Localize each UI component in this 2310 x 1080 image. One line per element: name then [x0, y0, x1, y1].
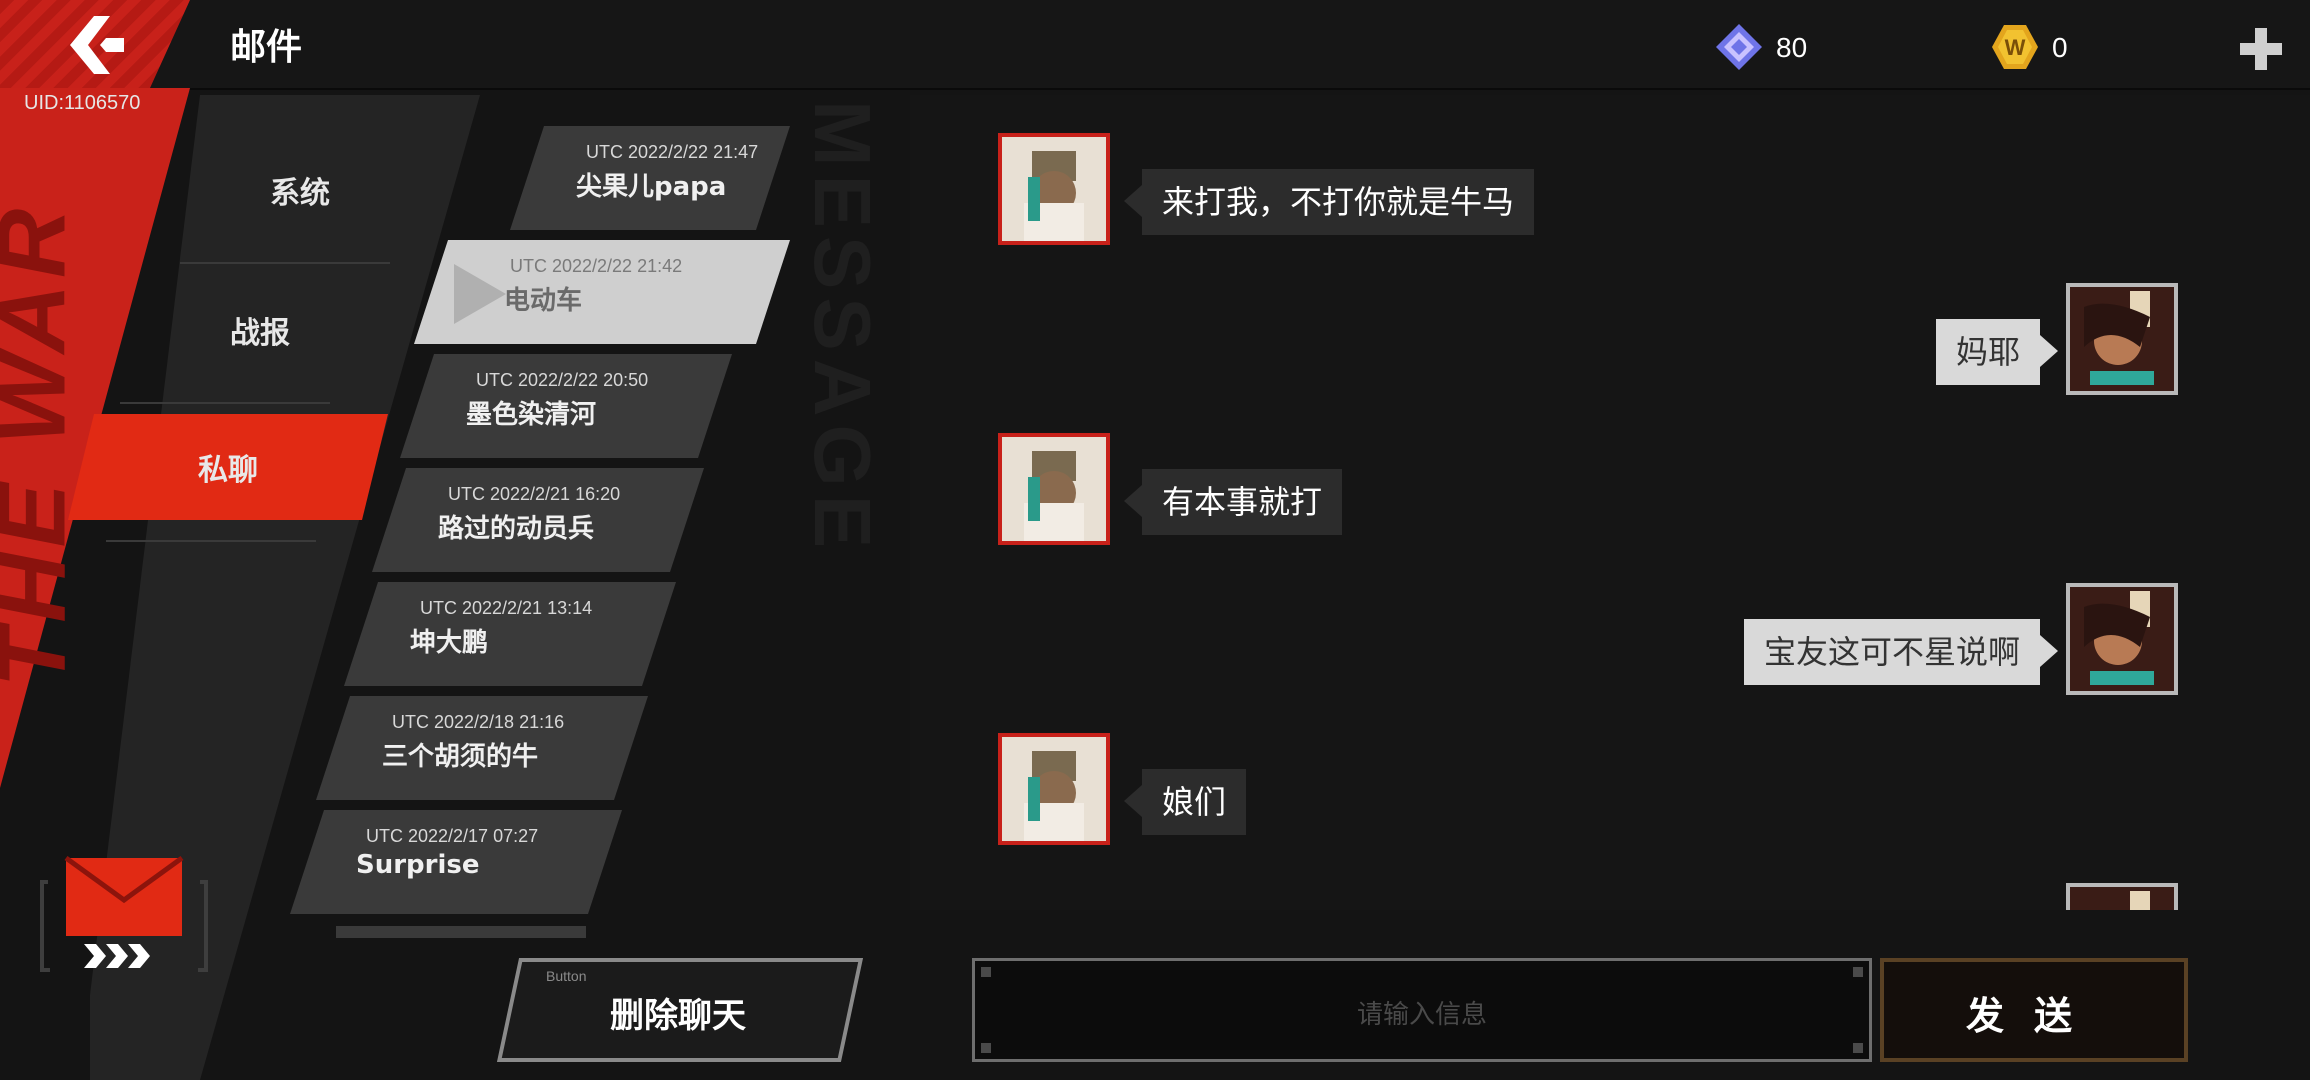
chat-message-received: 来打我，不打你就是牛马	[1142, 169, 1535, 235]
corner-mark	[981, 967, 991, 977]
category-item-private-chat[interactable]: 私聊	[68, 414, 388, 520]
mail-sender: 尖果儿papa	[576, 172, 727, 202]
uid-label: UID:1106570	[24, 92, 141, 114]
plus-icon[interactable]	[2238, 26, 2284, 72]
category-divider	[106, 540, 316, 542]
mail-item-selected[interactable]: UTC 2022/2/22 21:42 电动车	[414, 240, 790, 344]
selected-arrow-icon	[454, 264, 506, 324]
back-arrow-icon	[70, 16, 124, 74]
page-title: 邮件	[230, 27, 303, 68]
bubble-tail	[1124, 185, 1142, 217]
mail-item[interactable]: UTC 2022/2/18 21:16 三个胡须的牛	[316, 696, 648, 800]
bubble-tail	[1124, 485, 1142, 517]
bubble-tail	[2040, 635, 2058, 667]
mail-icon	[40, 855, 210, 976]
category-label: 战报	[230, 316, 290, 351]
category-item-battle-report[interactable]: 战报	[160, 280, 360, 380]
category-item-system[interactable]: 系统	[200, 140, 400, 240]
mail-time: UTC 2022/2/22 21:47	[586, 142, 759, 162]
w-coin-icon: W	[1992, 25, 2038, 69]
category-label: 私聊	[198, 453, 258, 488]
avatar-self[interactable]	[2066, 283, 2178, 395]
bubble-tail	[1124, 785, 1142, 817]
delete-button-caption: Button	[546, 968, 587, 984]
send-label: 发送	[1965, 994, 2102, 1038]
coin-count: 0	[2052, 32, 2068, 63]
mail-time: UTC 2022/2/17 07:27	[366, 826, 539, 846]
svg-text:W: W	[2005, 35, 2026, 60]
gem-icon	[1716, 24, 1762, 70]
mail-item[interactable]: UTC 2022/2/21 16:20 路过的动员兵	[372, 468, 704, 572]
mail-item[interactable]: UTC 2022/2/22 20:50 墨色染清河	[400, 354, 732, 458]
category-divider	[180, 262, 390, 264]
mail-sender: 坤大鹏	[410, 628, 489, 658]
mail-sender: 电动车	[504, 286, 583, 316]
corner-mark	[1853, 1043, 1863, 1053]
mail-sender: 墨色染清河	[466, 400, 597, 430]
chat-message-received: 有本事就打	[1142, 469, 1343, 535]
mail-time: UTC 2022/2/21 13:14	[420, 598, 593, 618]
top-bar	[0, 0, 2310, 90]
corner-mark	[1853, 967, 1863, 977]
avatar-self[interactable]	[2066, 583, 2178, 695]
mail-sender: 路过的动员兵	[438, 514, 595, 544]
chat-area[interactable]: 来打我，不打你就是牛马 妈耶 有本事就打 宝友这可不星说啊 娘们	[910, 95, 2310, 910]
mail-item[interactable]: UTC 2022/2/17 07:27 Surprise	[290, 810, 622, 914]
chat-message-sent: 宝友这可不星说啊	[1743, 619, 2040, 685]
mail-sender: 三个胡须的牛	[382, 742, 539, 772]
side-banner-text: THE WAR	[0, 202, 86, 688]
category-label: 系统	[270, 176, 330, 211]
avatar-self[interactable]	[2066, 883, 2178, 910]
chat-message-sent: 妈耶	[1935, 319, 2040, 385]
delete-chat-label: 删除聊天	[610, 996, 746, 1036]
gem-count: 80	[1776, 32, 1808, 63]
mail-item[interactable]: UTC 2022/2/22 21:47 尖果儿papa	[510, 126, 790, 230]
mail-time: UTC 2022/2/18 21:16	[392, 712, 565, 732]
avatar-sender[interactable]	[998, 733, 1110, 845]
mail-sender: Surprise	[356, 850, 480, 880]
avatar-sender[interactable]	[998, 433, 1110, 545]
list-scroll-edge	[336, 926, 586, 938]
category-divider	[120, 402, 330, 404]
message-watermark: MESSAGE	[798, 100, 887, 557]
mail-time: UTC 2022/2/21 16:20	[448, 484, 621, 504]
avatar-sender[interactable]	[998, 133, 1110, 245]
corner-mark	[981, 1043, 991, 1053]
mail-time: UTC 2022/2/22 21:42	[510, 256, 683, 276]
message-input-placeholder: 请输入信息	[1356, 1000, 1487, 1030]
mail-time: UTC 2022/2/22 20:50	[476, 370, 649, 390]
chat-message-received: 娘们	[1142, 769, 1247, 835]
bubble-tail	[2040, 335, 2058, 367]
mail-item[interactable]: UTC 2022/2/21 13:14 坤大鹏	[344, 582, 676, 686]
